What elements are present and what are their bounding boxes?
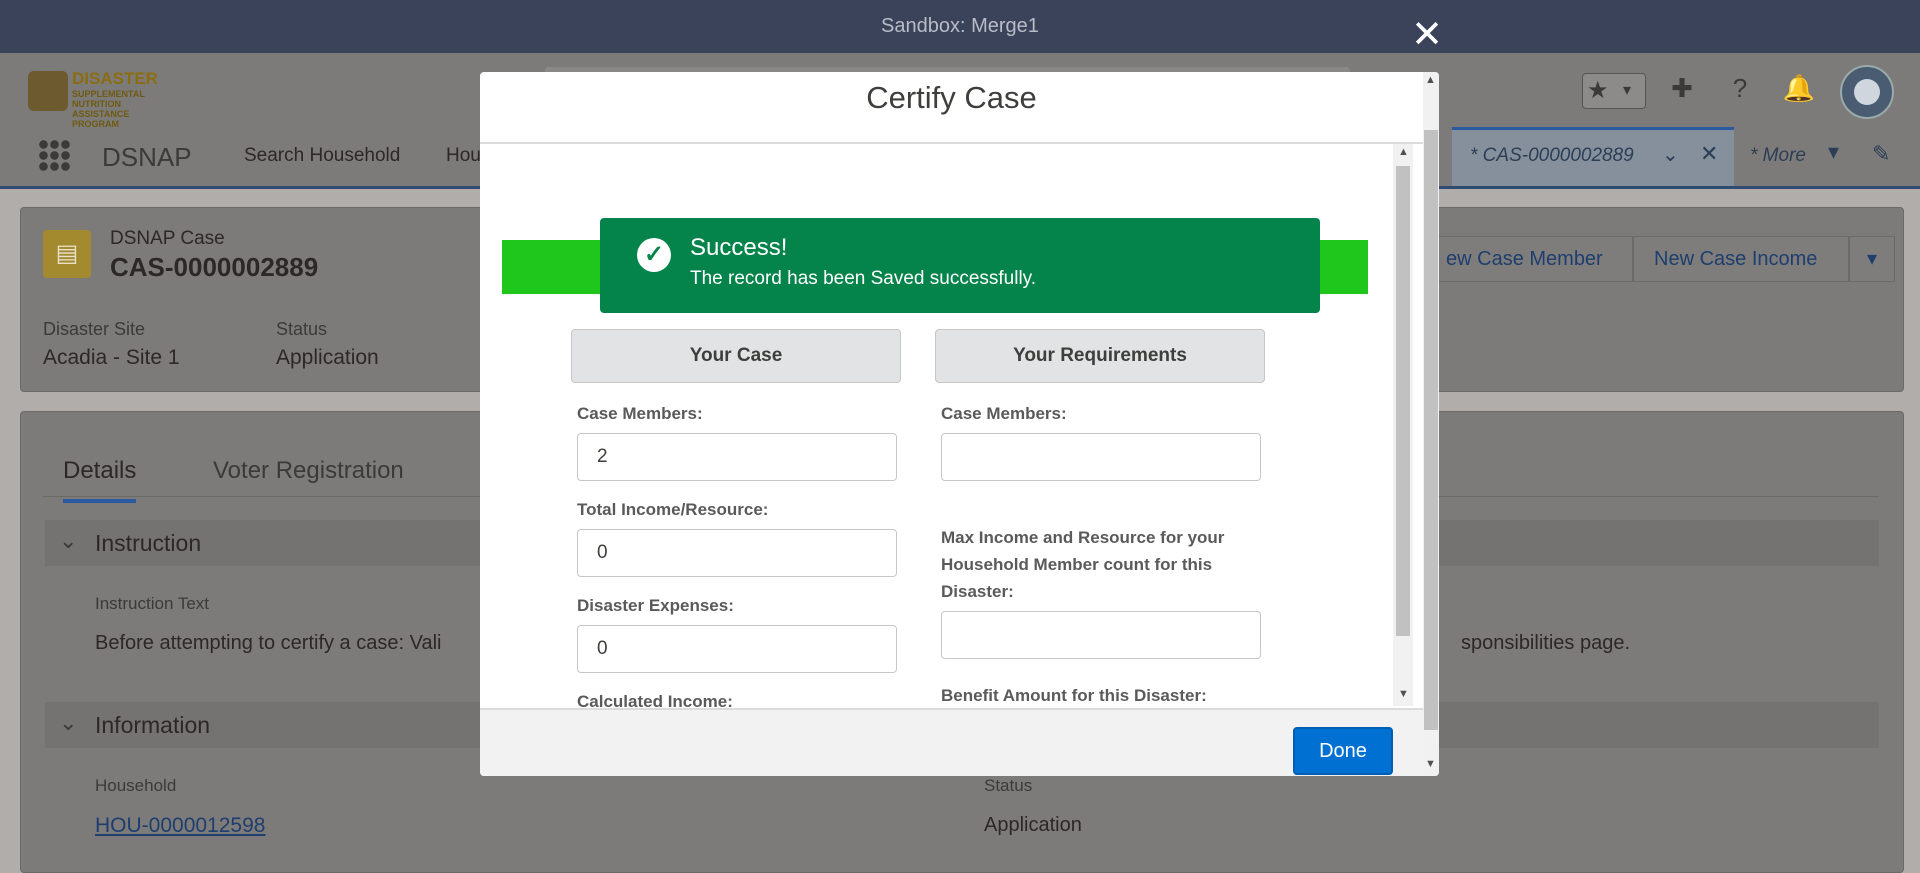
modal-scrollbar[interactable]: ▲ ▼ [1423,72,1439,776]
done-button[interactable]: Done [1293,727,1393,775]
scroll-thumb[interactable] [1424,130,1438,730]
favorites-button[interactable]: ★ ▾ [1582,73,1646,109]
body-scrollbar[interactable]: ▲ ▼ [1393,144,1413,706]
case-record-icon: ▤ [43,230,91,278]
close-modal-icon[interactable]: ✕ [1410,16,1444,54]
close-tab-icon[interactable]: ✕ [1700,141,1718,167]
dsnap-logo: DISASTER SUPPLEMENTAL NUTRITION ASSISTAN… [28,67,168,129]
toast-title: Success! [690,234,788,261]
tab-case-label: * CAS-0000002889 [1470,145,1634,166]
bell-icon[interactable]: 🔔 [1782,71,1816,105]
logo-subtext: SUPPLEMENTAL NUTRITION ASSISTANCE PROGRA… [72,89,168,129]
check-circle-icon: ✓ [637,238,671,272]
record-type: DSNAP Case [110,228,225,249]
success-toast: ✓ Success! The record has been Saved suc… [600,218,1320,313]
new-case-income-button[interactable]: New Case Income [1633,236,1849,282]
your-case-heading: Your Case [571,329,901,383]
benefit-amount-label: Benefit Amount for this Disaster: [941,686,1207,705]
scroll-down-icon[interactable]: ▼ [1398,688,1409,700]
sandbox-bar: Sandbox: Merge1 [0,0,1920,53]
tab-voter-registration[interactable]: Voter Registration [213,457,404,485]
new-case-member-button[interactable]: ew Case Member [1423,236,1633,282]
household-link[interactable]: HOU-0000012598 [95,814,265,838]
field-label-disaster-site: Disaster Site [43,319,146,339]
disaster-expenses-input[interactable]: 0 [577,625,897,673]
scroll-up-icon[interactable]: ▲ [1398,146,1409,158]
req-case-members-input[interactable] [941,433,1261,481]
grocery-bag-icon [28,71,68,111]
app-name: DSNAP [102,142,192,172]
record-name: CAS-0000002889 [110,252,319,282]
max-income-input[interactable] [941,611,1261,659]
add-icon[interactable]: ✚ [1665,71,1699,105]
logo-line3: ASSISTANCE PROGRAM [72,109,130,129]
household-label: Household [95,776,177,795]
nav-more[interactable]: * More [1750,145,1806,167]
actions-dropdown-button[interactable]: ▾ [1849,236,1895,282]
pencil-icon[interactable]: ✎ [1872,141,1890,167]
modal-header: Certify Case [480,72,1423,144]
total-income-input[interactable]: 0 [577,529,897,577]
caret-down-icon[interactable]: ▾ [1828,139,1839,165]
tab-case[interactable]: * CAS-0000002889 ⌄ ✕ [1452,127,1734,186]
certify-case-modal: Certify Case ✓ Success! The record has b… [480,72,1439,776]
star-icon: ★ [1587,77,1609,104]
app-launcher-icon[interactable] [38,139,70,171]
status-value: Application [984,814,1082,836]
max-income-label: Max Income and Resource for your Househo… [941,528,1225,601]
toast-message: The record has been Saved successfully. [690,268,1037,289]
disaster-expenses-label: Disaster Expenses: [577,596,734,615]
req-case-members-label: Case Members: [941,404,1067,423]
instruction-label: Instruction Text [95,594,210,613]
field-label-status: Status [276,319,328,339]
logo-line2: SUPPLEMENTAL NUTRITION [72,89,145,109]
field-value-status: Application [276,346,379,369]
section-title: Information [95,712,211,738]
nav-item-search-household[interactable]: Search Household [244,145,400,167]
total-income-label: Total Income/Resource: [577,500,769,519]
instruction-text-tail: sponsibilities page. [1461,632,1630,654]
case-members-label: Case Members: [577,404,703,423]
scroll-down-icon[interactable]: ▼ [1425,758,1436,770]
caret-down-icon: ▾ [1623,82,1632,99]
chevron-down-icon: ⌄ [59,710,78,735]
scroll-up-icon[interactable]: ▲ [1425,74,1436,86]
section-title: Instruction [95,530,202,556]
chevron-down-icon: ⌄ [59,528,78,553]
logo-line1: DISASTER [72,69,158,88]
scroll-thumb[interactable] [1396,166,1410,636]
instruction-text: Before attempting to certify a case: Val… [95,632,442,654]
case-members-input[interactable]: 2 [577,433,897,481]
your-requirements-heading: Your Requirements [935,329,1265,383]
status-label: Status [984,776,1033,795]
modal-title: Certify Case [866,80,1037,115]
sandbox-label: Sandbox: Merge1 [881,15,1039,37]
help-icon[interactable]: ? [1723,71,1757,105]
field-value-disaster-site: Acadia - Site 1 [43,346,180,369]
nav-item-household[interactable]: Hou [446,145,481,167]
modal-footer: Done [480,708,1423,776]
modal-body: ✓ Success! The record has been Saved suc… [480,144,1423,776]
user-avatar[interactable] [1840,65,1894,119]
chevron-down-icon[interactable]: ⌄ [1662,142,1679,167]
